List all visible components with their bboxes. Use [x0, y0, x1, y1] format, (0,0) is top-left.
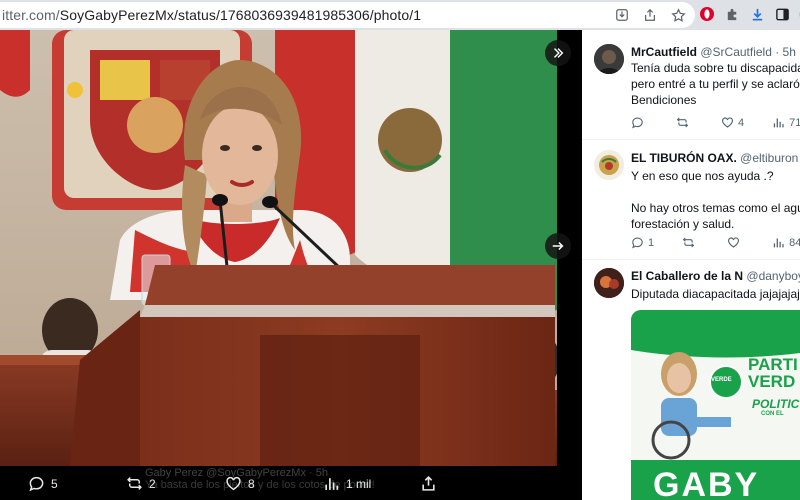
- reply-line: Tenía duda sobre tu discapacidad: [631, 61, 800, 75]
- share-button[interactable]: [420, 475, 437, 492]
- avatar-image: [594, 268, 624, 298]
- share-icon: [422, 475, 435, 491]
- browser-toolbar: itter.com/SoyGabyPerezMx/status/17680369…: [0, 0, 800, 30]
- reply-like-button[interactable]: 4: [721, 116, 744, 129]
- reply-attached-image[interactable]: VERDE PARTI VERD POLITIC CON EL GABY: [631, 310, 800, 500]
- reply-count: 5: [51, 476, 58, 491]
- replies-panel: MrCautfield @SrCautfield · 5h Tenía duda…: [582, 30, 800, 500]
- extensions-area: [698, 5, 800, 23]
- view-count: 1 mil: [346, 476, 372, 491]
- reply-like-count: 4: [738, 116, 745, 129]
- avatar[interactable]: [594, 44, 624, 74]
- url-host: itter.com/: [2, 7, 60, 23]
- reply-header: EL TIBURÓN OAX. @eltiburon · 1: [631, 151, 800, 165]
- reply-button[interactable]: 5: [28, 475, 58, 492]
- reply-author-name[interactable]: El Caballero de la N: [631, 269, 743, 283]
- reply-reply-count: 1: [648, 236, 655, 249]
- tweet-photo[interactable]: [0, 30, 557, 466]
- promo-party-2: VERD: [748, 372, 796, 391]
- omnibox-icons: [613, 6, 687, 24]
- download-icon[interactable]: [748, 5, 766, 23]
- reply-line: Bendiciones: [631, 93, 697, 107]
- reply-line: No hay otros temas como el agua: [631, 201, 800, 215]
- promo-name: GABY: [653, 466, 760, 500]
- reply-icon: [29, 476, 44, 492]
- avatar[interactable]: [594, 268, 624, 298]
- share-icon[interactable]: [641, 6, 659, 24]
- reply-text: Tenía duda sobre tu discapacidad pero en…: [631, 60, 800, 108]
- avatar-image: [594, 44, 624, 74]
- analytics-icon: [773, 118, 784, 128]
- reply-line: Y en eso que nos ayuda .?: [631, 169, 774, 183]
- promo-slogan-2: CON EL: [761, 411, 784, 417]
- extensions-puzzle-icon[interactable]: [723, 5, 741, 23]
- avatar[interactable]: [594, 150, 624, 180]
- media-action-bar: Gaby Perez @SoyGabyPerezMx · 5h Ya basta…: [0, 466, 582, 500]
- promo-badge: VERDE: [711, 377, 732, 383]
- reply-author-handle[interactable]: @danyboys ·: [746, 269, 800, 283]
- promo-party: PARTI: [748, 355, 798, 374]
- side-panel-icon[interactable]: [773, 5, 791, 23]
- reply-author-handle[interactable]: @eltiburon · 1: [740, 151, 800, 165]
- reply-view-count: 71: [789, 116, 800, 129]
- reply-author-handle[interactable]: @SrCautfield · 5h: [700, 45, 796, 59]
- media-viewer: Gaby Perez @SoyGabyPerezMx · 5h Ya basta…: [0, 30, 582, 500]
- install-app-icon[interactable]: [613, 6, 631, 24]
- avatar-image: [594, 150, 624, 180]
- reply-item[interactable]: El Caballero de la N @danyboys · Diputad…: [582, 260, 800, 500]
- repost-count: 2: [149, 476, 156, 491]
- reply-metrics: 4 71: [631, 116, 800, 129]
- reply-header: El Caballero de la N @danyboys ·: [631, 269, 800, 283]
- reply-line: Diputada diacapacitada jajajajaja: [631, 287, 800, 301]
- reply-reply-button[interactable]: 1: [631, 236, 654, 249]
- reply-line: [631, 184, 800, 200]
- url-path: SoyGabyPerezMx/status/176803693948198530…: [59, 7, 422, 23]
- reply-repost-button[interactable]: [682, 236, 699, 249]
- url-text: itter.com/SoyGabyPerezMx/status/17680369…: [0, 7, 421, 23]
- reply-author-name[interactable]: MrCautfield: [631, 45, 697, 59]
- reply-icon: [632, 117, 643, 129]
- reply-text: Diputada diacapacitada jajajajaja: [631, 286, 800, 302]
- repost-button[interactable]: 2: [126, 475, 156, 492]
- views-button[interactable]: 1 mil: [323, 475, 371, 492]
- reply-icon: [632, 237, 643, 249]
- next-photo-button[interactable]: [545, 233, 571, 259]
- reply-repost-button[interactable]: [676, 116, 693, 129]
- heart-icon: [728, 237, 740, 248]
- heart-icon: [722, 117, 733, 128]
- address-bar[interactable]: itter.com/SoyGabyPerezMx/status/17680369…: [0, 2, 695, 28]
- reply-like-button[interactable]: [727, 236, 744, 249]
- analytics-icon: [325, 478, 339, 490]
- like-count: 8: [248, 476, 255, 491]
- reply-line: forestación y salud.: [631, 217, 735, 231]
- reply-author-name[interactable]: EL TIBURÓN OAX.: [631, 151, 737, 165]
- promo-slogan: POLITIC: [752, 397, 800, 411]
- reply-views-button[interactable]: 84: [772, 236, 800, 249]
- reply-views-button[interactable]: 71: [772, 116, 800, 129]
- reply-reply-button[interactable]: [631, 116, 648, 129]
- reply-view-count: 84: [789, 236, 800, 249]
- reply-metrics: 1 84: [631, 236, 800, 249]
- reply-line: pero entré a tu perfil y se aclaró t: [631, 77, 800, 91]
- like-button[interactable]: 8: [225, 475, 255, 492]
- reply-item[interactable]: MrCautfield @SrCautfield · 5h Tenía duda…: [582, 30, 800, 140]
- repost-icon: [127, 477, 142, 490]
- opera-extension-icon[interactable]: [698, 5, 716, 23]
- bookmark-star-icon[interactable]: [669, 6, 687, 24]
- heart-icon: [226, 476, 241, 491]
- reply-text: Y en eso que nos ayuda .? No hay otros t…: [631, 168, 800, 232]
- collapse-panel-button[interactable]: [545, 40, 571, 66]
- reply-item[interactable]: EL TIBURÓN OAX. @eltiburon · 1 Y en eso …: [582, 140, 800, 260]
- repost-icon: [676, 117, 689, 128]
- analytics-icon: [773, 238, 784, 248]
- double-chevron-right-icon: [554, 48, 564, 58]
- arrow-right-icon: [552, 241, 564, 251]
- photo-illustration: [0, 30, 557, 466]
- repost-icon: [682, 237, 695, 248]
- reply-header: MrCautfield @SrCautfield · 5h: [631, 45, 796, 59]
